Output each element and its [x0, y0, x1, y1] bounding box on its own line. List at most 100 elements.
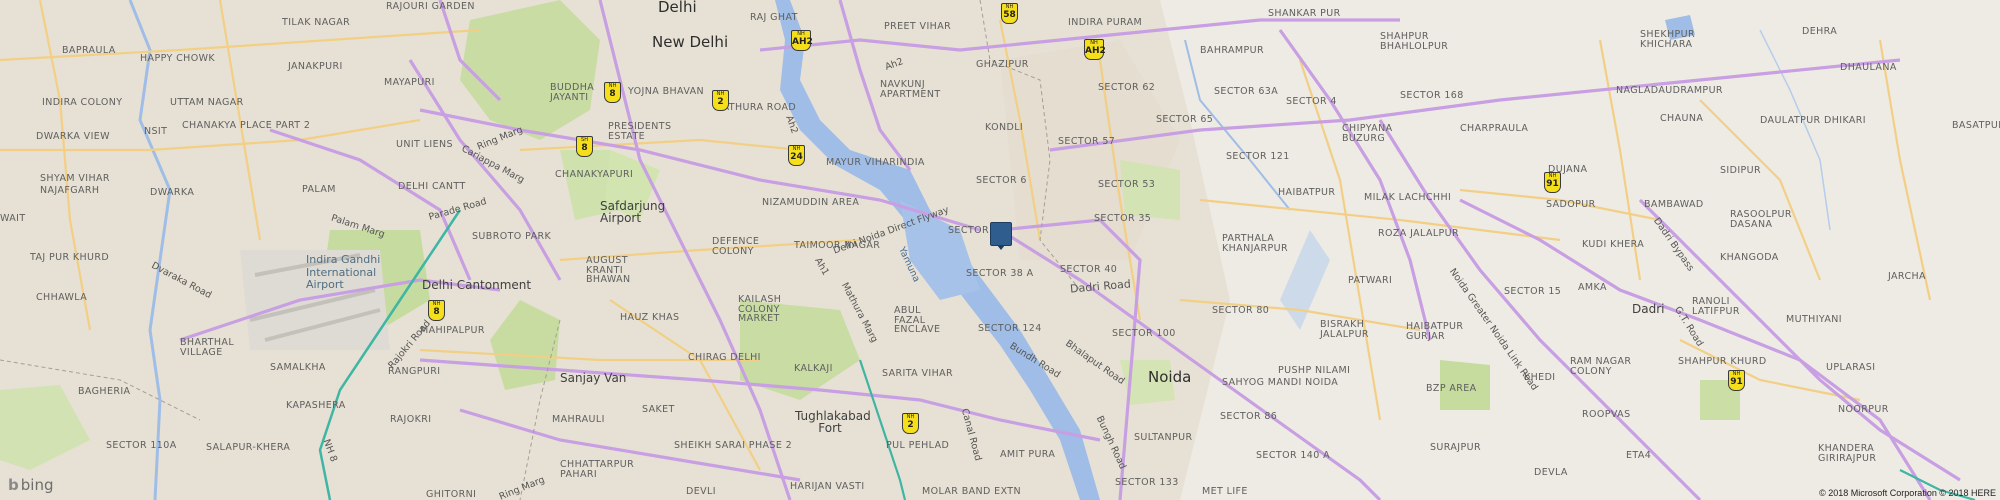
- label-milak-lachchhi: MILAK LACHCHHI: [1364, 192, 1452, 203]
- label-harijan-vasti: HARIJAN VASTI: [790, 481, 865, 492]
- label-ranoli: RANOLI LATIFPUR: [1692, 296, 1740, 317]
- label-surajpur: SURAJPUR: [1430, 442, 1481, 453]
- label-bisrakh: BISRAKH JALALPUR: [1320, 319, 1369, 340]
- label-bagheria: BAGHERIA: [78, 386, 131, 397]
- label-mayapuri: MAYAPURI: [384, 77, 435, 88]
- nh-8-shield-icon: NH 8: [604, 82, 621, 103]
- label-khandera: KHANDERA GIRIRAJPUR: [1818, 443, 1877, 464]
- label-tilak-nagar: TILAK NAGAR: [282, 17, 351, 28]
- label-sector-65: SECTOR 65: [1156, 114, 1214, 125]
- label-roza-jalalpur: ROZA JALALPUR: [1378, 228, 1460, 239]
- nh-24-shield-icon: NH 24: [788, 145, 805, 166]
- label-sector-62: SECTOR 62: [1098, 82, 1156, 93]
- label-bahrampur: BAHRAMPUR: [1200, 45, 1264, 56]
- label-devli: DEVLI: [686, 486, 716, 497]
- label-sector-80: SECTOR 80: [1212, 305, 1270, 316]
- label-sector-168: SECTOR 168: [1400, 90, 1464, 101]
- label-palam: PALAM: [302, 184, 336, 195]
- label-janakpuri: JANAKPURI: [288, 61, 343, 72]
- label-wait: WAIT: [0, 213, 26, 224]
- label-roopvas: ROOPVAS: [1582, 409, 1631, 420]
- label-jarcha: JARCHA: [1888, 271, 1926, 282]
- label-preet-vihar: PREET VIHAR: [884, 21, 952, 32]
- label-sector-133: SECTOR 133: [1115, 477, 1179, 488]
- location-marker-icon[interactable]: [990, 222, 1012, 250]
- label-noida: Noida: [1148, 368, 1192, 386]
- label-dwarka-view: DWARKA VIEW: [36, 131, 110, 142]
- label-dehra: DEHRA: [1802, 26, 1838, 37]
- label-sector-38a: SECTOR 38 A: [966, 268, 1034, 279]
- nh-58-shield-icon: NH 58: [1001, 3, 1018, 24]
- sh-8-shield-icon: SH 8: [576, 136, 593, 157]
- label-charpraula: CHARPRAULA: [1460, 123, 1529, 134]
- label-sector-40: SECTOR 40: [1060, 264, 1118, 275]
- ah2-shield-icon-2: NH AH2: [1084, 39, 1106, 60]
- label-met-life: MET LIFE: [1202, 486, 1248, 497]
- label-sector-140a: SECTOR 140 A: [1256, 450, 1331, 461]
- label-sector-53: SECTOR 53: [1098, 179, 1156, 190]
- label-khangoda: KHANGODA: [1720, 252, 1779, 263]
- label-sector-121: SECTOR 121: [1226, 151, 1290, 162]
- label-amit-pura: AMIT PURA: [1000, 449, 1056, 460]
- label-sidipur: SIDIPUR: [1720, 165, 1762, 176]
- label-chipyana: CHIPYANA BUZURG: [1342, 123, 1393, 144]
- label-sector-6: SECTOR 6: [976, 175, 1027, 186]
- label-sector-4: SECTOR 4: [1286, 96, 1337, 107]
- label-najafgarh: NAJAFGARH: [40, 185, 100, 196]
- nh-2-shield-icon: NH 2: [712, 90, 729, 111]
- label-mayur-vihar: MAYUR VIHARINDIA: [826, 157, 925, 168]
- label-bzp-area: BZP AREA: [1426, 383, 1477, 394]
- label-shahpur-khurd: SHAHPUR KHURD: [1678, 356, 1767, 367]
- label-dadri: Dadri: [1632, 302, 1665, 316]
- label-chauna: CHAUNA: [1660, 113, 1704, 124]
- label-sector: SECTOR: [948, 225, 989, 236]
- label-salapur-khera: SALAPUR-KHERA: [206, 442, 291, 453]
- label-sahyog-mandi: SAHYOG MANDI NOIDA: [1222, 377, 1339, 388]
- label-samalkha: SAMALKHA: [270, 362, 326, 373]
- label-unit-liens: UNIT LIENS: [396, 139, 453, 150]
- label-dhaulana: DHAULANA: [1840, 62, 1897, 73]
- label-sheikh-sarai: SHEIKH SARAI PHASE 2: [674, 440, 793, 451]
- label-kondli: KONDLI: [985, 122, 1024, 133]
- label-eta4: ETA4: [1626, 450, 1652, 461]
- label-nsit: NSIT: [144, 126, 168, 137]
- label-delhi: Delhi: [658, 0, 697, 16]
- label-ram-nagar: RAM NAGAR COLONY: [1570, 356, 1632, 377]
- label-dwarka: DWARKA: [150, 187, 195, 198]
- ah2-shield-icon: NH AH2: [791, 30, 813, 51]
- label-happy-chowk: HAPPY CHOWK: [140, 53, 215, 64]
- label-daulatpur: DAULATPUR DHIKARI: [1760, 115, 1867, 126]
- label-sector-63a: SECTOR 63A: [1214, 86, 1279, 97]
- label-buddha-jayanti: BUDDHA JAYANTI: [550, 82, 595, 103]
- label-bharthal: BHARTHAL VILLAGE: [180, 337, 235, 358]
- label-noorpur: NOORPUR: [1838, 404, 1889, 415]
- label-presidents-estate: PRESIDENTS ESTATE: [608, 121, 672, 142]
- label-ghitorni: GHITORNI: [426, 489, 477, 500]
- label-uttam-nagar: UTTAM NAGAR: [170, 97, 244, 108]
- label-devla: DEVLA: [1534, 467, 1568, 478]
- label-sector-110a: SECTOR 110A: [106, 440, 177, 451]
- label-airport: Indira Gandhi International Airport: [306, 253, 381, 292]
- label-kalkaji: KALKAJI: [794, 363, 833, 374]
- map-canvas[interactable]: Delhi New Delhi Noida Dadri Delhi Canton…: [0, 0, 2000, 500]
- bing-logo-icon: b: [8, 476, 19, 494]
- label-shyam-vihar: SHYAM VIHAR: [40, 173, 110, 184]
- bing-logo-text: bing: [20, 476, 54, 494]
- label-pushp-nilami: PUSHP NILAMI: [1278, 365, 1351, 376]
- label-sanjay-van: Sanjay Van: [560, 371, 627, 385]
- label-pul-pehlad: PUL PEHLAD: [886, 440, 950, 451]
- nh-8-shield-icon-2: NH 8: [428, 300, 445, 321]
- label-patwari: PATWARI: [1348, 275, 1393, 286]
- label-sector-100: SECTOR 100: [1112, 328, 1176, 339]
- label-shahpur-bhahlolpur: SHAHPUR BHAHLOLPUR: [1380, 31, 1449, 52]
- label-saket: SAKET: [642, 404, 675, 415]
- label-shankar-pur: SHANKAR PUR: [1268, 8, 1341, 19]
- label-tajpur-khurd: TAJ PUR KHURD: [30, 252, 110, 263]
- label-mahrauli: MAHRAULI: [552, 414, 605, 425]
- label-kudi-khera: KUDI KHERA: [1582, 239, 1645, 250]
- label-sultanpur: SULTANPUR: [1134, 432, 1193, 443]
- label-subroto-park: SUBROTO PARK: [472, 231, 552, 242]
- bing-logo[interactable]: b bing: [8, 476, 53, 494]
- label-sector-35: SECTOR 35: [1094, 213, 1152, 224]
- label-kapashera: KAPASHERA: [286, 400, 346, 411]
